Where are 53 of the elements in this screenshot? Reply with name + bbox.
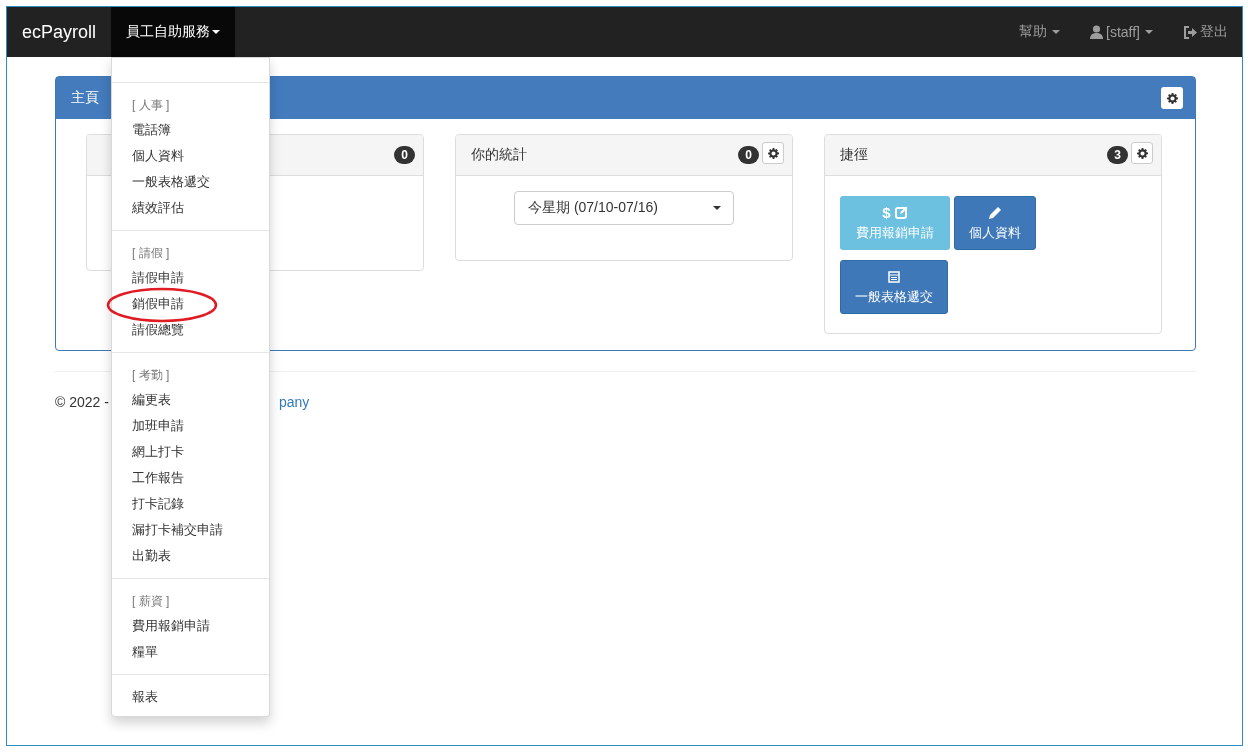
widget-title: 捷徑 xyxy=(840,146,869,164)
company-link[interactable]: pany xyxy=(278,394,310,410)
menu-item[interactable]: 漏打卡補交申請 xyxy=(132,522,223,537)
help-menu[interactable]: 幫助 xyxy=(1004,7,1075,57)
menu-header: [ 人事 ] xyxy=(131,97,171,114)
edit-icon xyxy=(894,206,908,219)
menu-item[interactable]: 報表 xyxy=(132,689,158,704)
menu-item[interactable]: 加班申請 xyxy=(132,418,184,433)
gear-icon xyxy=(1166,92,1178,104)
menu-item[interactable]: 績效評估 xyxy=(132,200,184,215)
settings-button[interactable] xyxy=(762,142,784,164)
caret-icon xyxy=(713,206,721,210)
menu-item[interactable]: 一般表格遞交 xyxy=(132,174,210,189)
shortcut-button[interactable]: 個人資料 xyxy=(954,196,1036,250)
menu-item[interactable]: 電話簿 xyxy=(132,122,171,137)
copyright-text: © 2022 - xyxy=(55,394,109,410)
menu-item[interactable]: 出勤表 xyxy=(132,548,171,563)
menu-item[interactable]: 銷假申請 xyxy=(132,296,184,311)
menu-item[interactable]: 請假申請 xyxy=(132,270,184,285)
menu-item[interactable]: 糧單 xyxy=(132,644,158,659)
menu-item[interactable]: 請假總覽 xyxy=(132,322,184,337)
shortcut-button[interactable]: 一般表格遞交 xyxy=(840,260,948,314)
dollar-sign: $ xyxy=(882,204,891,221)
logout-link[interactable]: 登出 xyxy=(1168,7,1242,57)
gear-icon xyxy=(1136,147,1148,159)
widget-title: 你的統計 xyxy=(471,146,528,164)
logout-icon xyxy=(1183,25,1197,39)
pencil-icon xyxy=(988,205,1002,220)
caret-icon xyxy=(1145,30,1153,34)
menu-item[interactable]: 個人資料 xyxy=(132,148,184,163)
brand-logo[interactable]: ecPayroll xyxy=(7,7,112,57)
period-select[interactable]: 今星期 (07/10-07/16) xyxy=(514,191,734,225)
caret-icon xyxy=(212,30,221,34)
caret-icon xyxy=(1052,30,1060,34)
count-badge: 0 xyxy=(738,146,759,164)
user-menu[interactable]: [staff] xyxy=(1075,7,1168,57)
count-badge: 0 xyxy=(394,146,415,164)
form-icon xyxy=(888,270,900,283)
menu-item[interactable]: 打卡記錄 xyxy=(132,496,184,511)
nav-menu[interactable]: 員工自助服務 xyxy=(111,7,236,57)
settings-button[interactable] xyxy=(1161,87,1183,109)
count-badge: 3 xyxy=(1107,146,1128,164)
menu-item[interactable]: 費用報銷申請 xyxy=(132,618,210,633)
gear-icon xyxy=(767,147,779,159)
menu-header: [ 考勤 ] xyxy=(131,367,171,384)
menu-item[interactable]: 編更表 xyxy=(132,392,171,407)
menu-item[interactable]: 工作報告 xyxy=(132,470,184,485)
panel-title: 主頁 xyxy=(71,89,99,107)
menu-header: [ 請假 ] xyxy=(131,245,171,262)
settings-button[interactable] xyxy=(1131,142,1153,164)
user-icon xyxy=(1090,25,1103,39)
menu-item[interactable]: 網上打卡 xyxy=(132,444,184,459)
menu-header: [ 薪資 ] xyxy=(131,593,171,610)
